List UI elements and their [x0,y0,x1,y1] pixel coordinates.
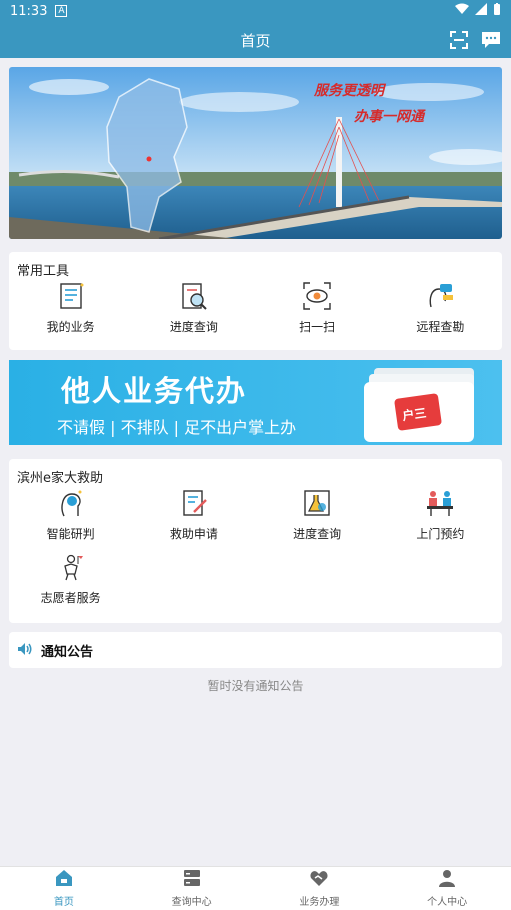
page-title: 首页 [240,31,271,50]
signal-icon [475,3,487,19]
aid-label: 进度查询 [293,527,342,541]
meeting-icon [424,487,456,519]
tab-home[interactable]: 首页 [0,867,128,910]
notice-bar[interactable]: 通知公告 [9,632,502,668]
aid-label: 上门预约 [416,527,465,541]
tab-query-center[interactable]: 查询中心 [128,867,256,910]
status-bar: 11:33 A [0,0,511,22]
application-form-icon [178,487,210,519]
message-icon[interactable] [481,30,501,50]
speaker-icon [17,641,33,660]
aid-label: 救助申请 [169,527,218,541]
tab-label: 查询中心 [171,897,212,908]
home-banner[interactable]: 服务更透明 办事一网通 [9,67,502,239]
banner-slogan-1: 服务更透明 [313,82,387,99]
notification-icon: A [55,5,68,17]
progress-search-icon [178,280,210,312]
volunteer-icon [55,551,87,583]
tool-label: 远程查勘 [416,320,465,334]
battery-icon [493,2,501,20]
server-icon [183,869,201,890]
tool-scan[interactable]: 扫一扫 [256,278,379,342]
tab-label: 个人中心 [427,897,468,908]
tool-label: 扫一扫 [299,320,336,334]
aid-smart-assessment[interactable]: 智能研判 [9,485,132,549]
banner-slogan-2: 办事一网通 [353,108,426,125]
scan-eye-icon [301,280,333,312]
ai-brain-icon [55,487,87,519]
tab-personal-center[interactable]: 个人中心 [383,867,511,910]
aid-home-appointment[interactable]: 上门预约 [379,485,502,549]
bottom-tab-bar: 首页 查询中心 业务办理 个人中心 [0,866,511,910]
aid-volunteer-service[interactable]: 志愿者服务 [9,549,132,613]
aid-card: 滨州e家大救助 智能研判 救助申请 进度查询 上门预约 志愿者服务 [9,459,502,623]
promo-title: 他人业务代办 [61,374,248,408]
household-card-icon: 户三 [364,368,474,442]
promo-subtitle: 不请假 | 不排队 | 足不出户掌上办 [57,418,297,437]
notice-title: 通知公告 [41,644,94,660]
notice-empty-text: 暂时没有通知公告 [207,679,304,693]
common-tools-title: 常用工具 [17,264,70,279]
home-icon [55,869,73,890]
tool-remote-survey[interactable]: 远程查勘 [379,278,502,342]
progress-flask-icon [301,487,333,519]
aid-apply[interactable]: 救助申请 [132,485,255,549]
aid-progress-query[interactable]: 进度查询 [256,485,379,549]
tab-label: 业务办理 [299,897,340,908]
tab-business[interactable]: 业务办理 [256,867,384,910]
user-icon [438,869,456,890]
proxy-service-banner[interactable]: 他人业务代办 不请假 | 不排队 | 足不出户掌上办 户三 [9,360,502,445]
aid-label: 智能研判 [46,527,95,541]
tool-progress-query[interactable]: 进度查询 [132,278,255,342]
app-bar: 首页 [0,22,511,58]
tab-label: 首页 [53,897,74,908]
tool-label: 我的业务 [46,320,95,334]
aid-label: 志愿者服务 [40,591,101,605]
wifi-icon [455,3,469,19]
remote-survey-icon [424,280,456,312]
document-list-icon [55,280,87,312]
scan-icon[interactable] [449,30,469,50]
common-tools-card: 常用工具 我的业务 进度查询 扫一扫 远程查勘 [9,252,502,350]
handshake-icon [310,869,328,890]
tool-label: 进度查询 [169,320,218,334]
aid-title: 滨州e家大救助 [17,471,103,486]
tool-my-business[interactable]: 我的业务 [9,278,132,342]
status-time: 11:33 [10,3,48,19]
